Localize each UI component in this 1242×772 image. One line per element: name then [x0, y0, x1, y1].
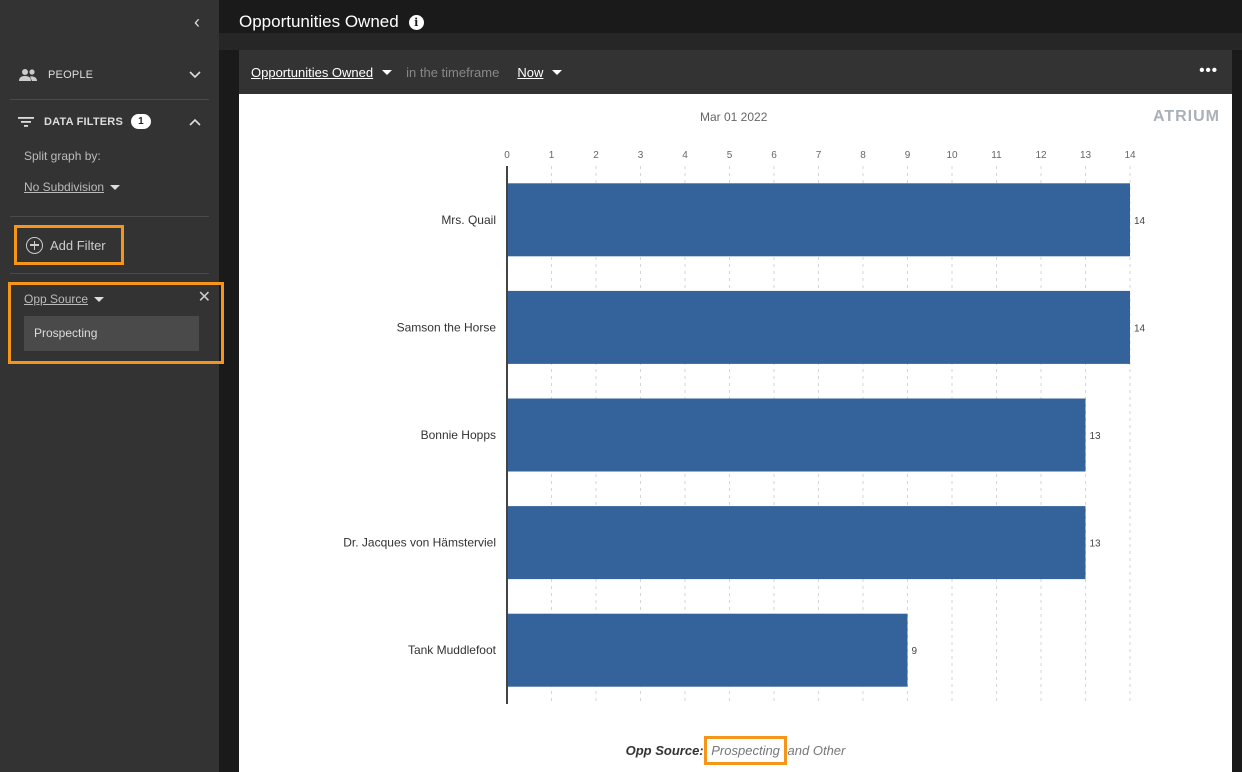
- filter-opp-source: Opp Source ✕ Prospecting: [8, 282, 224, 364]
- data-label: 14: [1134, 323, 1146, 334]
- add-filter-label: Add Filter: [50, 237, 106, 253]
- divider: [10, 216, 209, 217]
- x-tick-label: 2: [593, 150, 599, 161]
- filter-count-badge: 1: [130, 114, 151, 129]
- chevron-up-icon: [189, 115, 201, 129]
- people-label: PEOPLE: [48, 69, 94, 81]
- data-filters-toggle[interactable]: DATA FILTERS 1: [18, 114, 207, 129]
- people-section-toggle[interactable]: PEOPLE: [18, 68, 207, 82]
- split-graph-value: No Subdivision: [24, 180, 105, 194]
- category-label: Mrs. Quail: [441, 213, 496, 227]
- filter-icon: [18, 116, 34, 127]
- bar: [507, 183, 1130, 257]
- data-label: 13: [1090, 539, 1102, 550]
- x-tick-label: 11: [991, 150, 1002, 161]
- filter-value-chip[interactable]: Prospecting: [24, 316, 199, 351]
- category-label: Dr. Jacques von Hämsterviel: [343, 536, 496, 550]
- page-title-text: Opportunities Owned: [239, 12, 399, 31]
- bar: [507, 506, 1086, 580]
- data-label: 9: [912, 646, 918, 657]
- x-tick-label: 14: [1124, 150, 1136, 161]
- divider: [10, 99, 209, 100]
- chart-card: Opportunities Owned in the timeframe Now…: [239, 50, 1232, 772]
- x-tick-label: 4: [682, 150, 688, 161]
- x-tick-label: 13: [1080, 150, 1092, 161]
- category-label: Bonnie Hopps: [421, 428, 496, 442]
- split-graph-select[interactable]: No Subdivision: [24, 180, 121, 194]
- bar-chart: 0 1 2 3 4 5 6 7 8 9 10 11 12 13 14Mrs. Quail 14Samson t…: [343, 150, 1146, 704]
- x-tick-label: 3: [638, 150, 644, 161]
- plus-circle-icon: [26, 236, 43, 254]
- x-tick-label: 1: [549, 150, 555, 161]
- x-tick-label: 9: [905, 150, 911, 161]
- x-tick-label: 12: [1035, 150, 1047, 161]
- chevron-left-icon[interactable]: ‹: [188, 12, 206, 32]
- sidebar: ‹ PEOPLE DATA FILTERS 1 Split graph by: …: [0, 0, 224, 772]
- x-tick-label: 0: [504, 150, 510, 161]
- header-band: [219, 33, 1242, 50]
- chart-legend: Opp Source: Prospecting and Other: [239, 736, 1232, 765]
- close-icon[interactable]: ✕: [198, 287, 211, 307]
- category-label: Samson the Horse: [397, 320, 497, 334]
- chevron-down-icon: [189, 68, 201, 82]
- caret-down-icon: [110, 185, 121, 191]
- bar: [507, 290, 1130, 364]
- legend-series-other: and Other: [787, 743, 846, 758]
- legend-key: Opp Source:: [625, 743, 704, 758]
- data-label: 13: [1090, 431, 1102, 442]
- data-label: 14: [1134, 216, 1146, 227]
- people-icon: [19, 69, 37, 81]
- x-tick-label: 10: [946, 150, 958, 161]
- x-tick-label: 6: [771, 150, 777, 161]
- info-icon[interactable]: i: [408, 14, 424, 30]
- bar: [507, 398, 1086, 472]
- filter-field-select[interactable]: Opp Source: [24, 292, 105, 306]
- bar: [507, 613, 908, 687]
- x-tick-label: 7: [816, 150, 822, 161]
- page-title: Opportunities Owned i: [239, 12, 424, 32]
- x-tick-label: 8: [860, 150, 866, 161]
- category-label: Tank Muddlefoot: [408, 643, 497, 657]
- caret-down-icon: [94, 297, 105, 303]
- data-filters-label: DATA FILTERS: [44, 115, 123, 128]
- split-graph-label: Split graph by:: [24, 149, 101, 163]
- filter-field-name: Opp Source: [24, 292, 89, 306]
- add-filter-button[interactable]: Add Filter: [14, 225, 124, 265]
- x-tick-label: 5: [727, 150, 733, 161]
- divider: [10, 273, 209, 274]
- legend-series-prospecting[interactable]: Prospecting: [704, 736, 787, 765]
